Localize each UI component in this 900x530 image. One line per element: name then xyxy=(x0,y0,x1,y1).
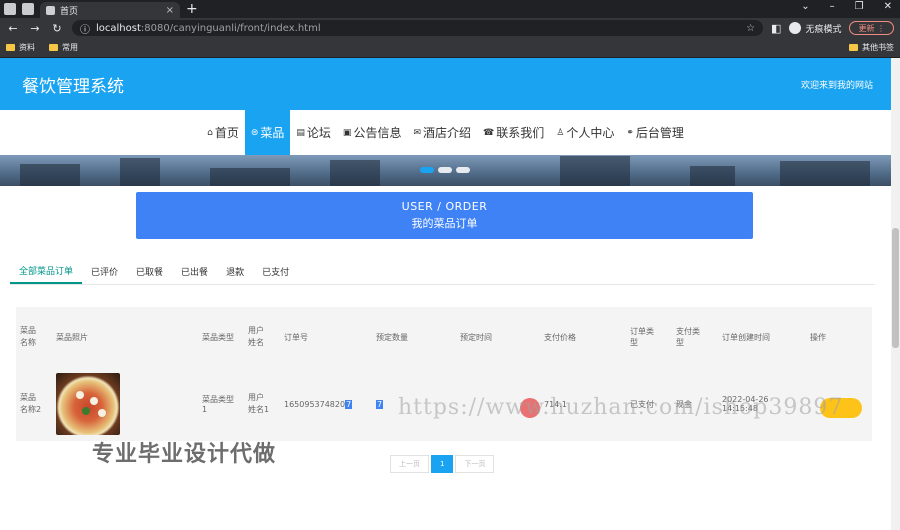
page-number-button[interactable]: 1 xyxy=(431,455,454,473)
table-header-cell: 订单类型 xyxy=(630,327,654,347)
banner-carousel[interactable] xyxy=(0,155,891,186)
incognito-avatar-icon xyxy=(789,22,802,34)
update-button[interactable]: 更新 ⋮ xyxy=(849,21,894,35)
nav-item-notices[interactable]: ▣ 公告信息 xyxy=(337,110,408,155)
order-no-cell: 1650953748207 xyxy=(284,399,353,409)
dish-type-cell: 菜品类型1 xyxy=(202,395,234,414)
tab-list-chevron-icon[interactable]: ⌄ xyxy=(801,1,809,12)
order-title-en: USER / ORDER xyxy=(401,200,488,213)
tab-served[interactable]: 已出餐 xyxy=(172,259,217,284)
table-header-cell: 支付价格 xyxy=(544,332,576,342)
table-header-cell: 菜品照片 xyxy=(56,332,88,342)
nav-item-profile[interactable]: ♙ 个人中心 xyxy=(550,110,620,155)
watermark-text: https://www.huzhan.com/ishop39897 xyxy=(398,395,844,420)
table-header-row: 菜品名称 菜品照片 菜品类型 用户姓名 订单号 预定数量 预定时间 支付价格 订… xyxy=(16,307,872,367)
carousel-dot[interactable] xyxy=(420,167,434,173)
nav-item-dishes[interactable]: ⊜ 菜品 xyxy=(244,110,291,155)
site-header: 餐饮管理系统 欢迎来到我的网站 xyxy=(0,58,891,110)
table-header-cell: 支付类型 xyxy=(676,327,700,347)
new-tab-icon[interactable]: + xyxy=(186,2,198,16)
page-favicon-icon xyxy=(46,5,55,15)
minimize-icon[interactable]: – xyxy=(830,1,835,12)
mail-icon: ✉ xyxy=(413,127,421,138)
window-close-icon[interactable]: ✕ xyxy=(884,1,892,12)
home-icon: ⌂ xyxy=(207,127,213,138)
table-header-cell: 预定数量 xyxy=(376,332,408,342)
other-bookmarks[interactable]: 其他书签 xyxy=(849,42,894,53)
tab-reviewed[interactable]: 已评价 xyxy=(82,259,127,284)
tab-close-icon[interactable]: × xyxy=(166,5,174,16)
forward-icon[interactable]: → xyxy=(28,22,42,35)
order-status-tabs: 全部菜品订单 已评价 已取餐 已出餐 退款 已支付 xyxy=(10,259,875,285)
link-icon: ⚭ xyxy=(626,127,634,138)
folder-icon xyxy=(849,44,858,51)
overlay-text: 专业毕业设计代做 xyxy=(92,442,277,467)
tab-paid[interactable]: 已支付 xyxy=(253,259,298,284)
carousel-dot[interactable] xyxy=(438,167,452,173)
page-scrollbar[interactable] xyxy=(891,58,900,530)
site-title: 餐饮管理系统 xyxy=(22,76,124,97)
folder-icon xyxy=(6,44,15,51)
nav-item-forum[interactable]: ▤ 论坛 xyxy=(290,110,337,155)
carousel-indicators xyxy=(420,167,470,173)
main-nav: ⌂ 首页 ⊜ 菜品 ▤ 论坛 ▣ 公告信息 ✉ 酒店介绍 ☎ 联系我们 ♙ 个人中心 ⚭ 后台管… xyxy=(0,110,891,155)
order-table: 菜品名称 菜品照片 菜品类型 用户姓名 订单号 预定数量 预定时间 支付价格 订… xyxy=(16,307,872,441)
table-header-cell: 菜品名称 xyxy=(20,326,36,347)
tab-search-icon[interactable] xyxy=(22,3,34,15)
dish-name-cell: 菜品名称2 xyxy=(20,393,42,414)
welcome-text: 欢迎来到我的网站 xyxy=(800,80,873,91)
bookmark-item[interactable]: 资料 xyxy=(6,42,35,53)
phone-icon: ☎ xyxy=(483,127,495,138)
table-header-cell: 订单号 xyxy=(284,332,308,342)
nav-item-contact[interactable]: ☎ 联系我们 xyxy=(477,110,550,155)
carousel-dot[interactable] xyxy=(456,167,470,173)
browser-tab-strip: 首页 × + ⌄ – ❐ ✕ xyxy=(0,0,900,18)
restore-icon[interactable]: ❐ xyxy=(855,1,864,12)
bookmark-star-icon[interactable]: ☆ xyxy=(746,23,755,34)
forum-icon: ▤ xyxy=(296,127,305,138)
tab-picked-up[interactable]: 已取餐 xyxy=(127,259,172,284)
folder-icon xyxy=(49,44,58,51)
dish-photo[interactable] xyxy=(56,373,120,435)
chrome-menu-icon[interactable] xyxy=(4,3,16,15)
site-info-icon[interactable]: ⓘ xyxy=(80,21,90,36)
nav-item-home[interactable]: ⌂ 首页 xyxy=(201,110,245,155)
user-name-cell: 用户姓名1 xyxy=(248,393,270,414)
tab-title: 首页 xyxy=(60,6,79,17)
bookmark-item[interactable]: 常用 xyxy=(49,42,78,53)
user-icon: ♙ xyxy=(556,127,565,138)
url-path: :8080/canyinguanli/front/index.html xyxy=(140,22,321,34)
table-header-cell: 操作 xyxy=(810,332,826,342)
nav-item-admin[interactable]: ⚭ 后台管理 xyxy=(620,110,690,155)
next-page-button[interactable]: 下一页 xyxy=(455,455,495,473)
pagination: 上一页 1 下一页 xyxy=(390,455,495,473)
tab-refund[interactable]: 退款 xyxy=(217,259,253,284)
table-header-cell: 菜品类型 xyxy=(202,332,234,342)
order-section-title: USER / ORDER 我的菜品订单 xyxy=(136,192,753,239)
scrollbar-thumb[interactable] xyxy=(892,228,899,348)
tab-all-orders[interactable]: 全部菜品订单 xyxy=(10,259,83,284)
table-header-cell: 预定时间 xyxy=(460,332,492,342)
table-header-cell: 用户姓名 xyxy=(248,326,264,347)
dish-icon: ⊜ xyxy=(250,127,259,138)
notice-icon: ▣ xyxy=(342,127,352,138)
bookmarks-bar: 资料 常用 其他书签 xyxy=(0,38,900,58)
side-panel-icon[interactable]: ◧ xyxy=(771,22,781,35)
prev-page-button[interactable]: 上一页 xyxy=(390,455,429,473)
incognito-indicator[interactable]: 无痕模式 xyxy=(789,22,841,35)
order-title-cn: 我的菜品订单 xyxy=(411,217,478,230)
table-header-cell: 订单创建时间 xyxy=(722,332,770,342)
dish-photo-cell xyxy=(52,367,198,441)
url-host: localhost xyxy=(96,22,141,34)
address-toolbar: ← → ↻ ⓘ localhost:8080/canyinguanli/fron… xyxy=(0,18,900,38)
nav-item-hotel[interactable]: ✉ 酒店介绍 xyxy=(407,110,477,155)
back-icon[interactable]: ← xyxy=(6,22,20,35)
url-input[interactable]: ⓘ localhost:8080/canyinguanli/front/inde… xyxy=(72,20,764,36)
browser-tab[interactable]: 首页 × xyxy=(40,2,180,18)
reload-icon[interactable]: ↻ xyxy=(50,22,64,35)
